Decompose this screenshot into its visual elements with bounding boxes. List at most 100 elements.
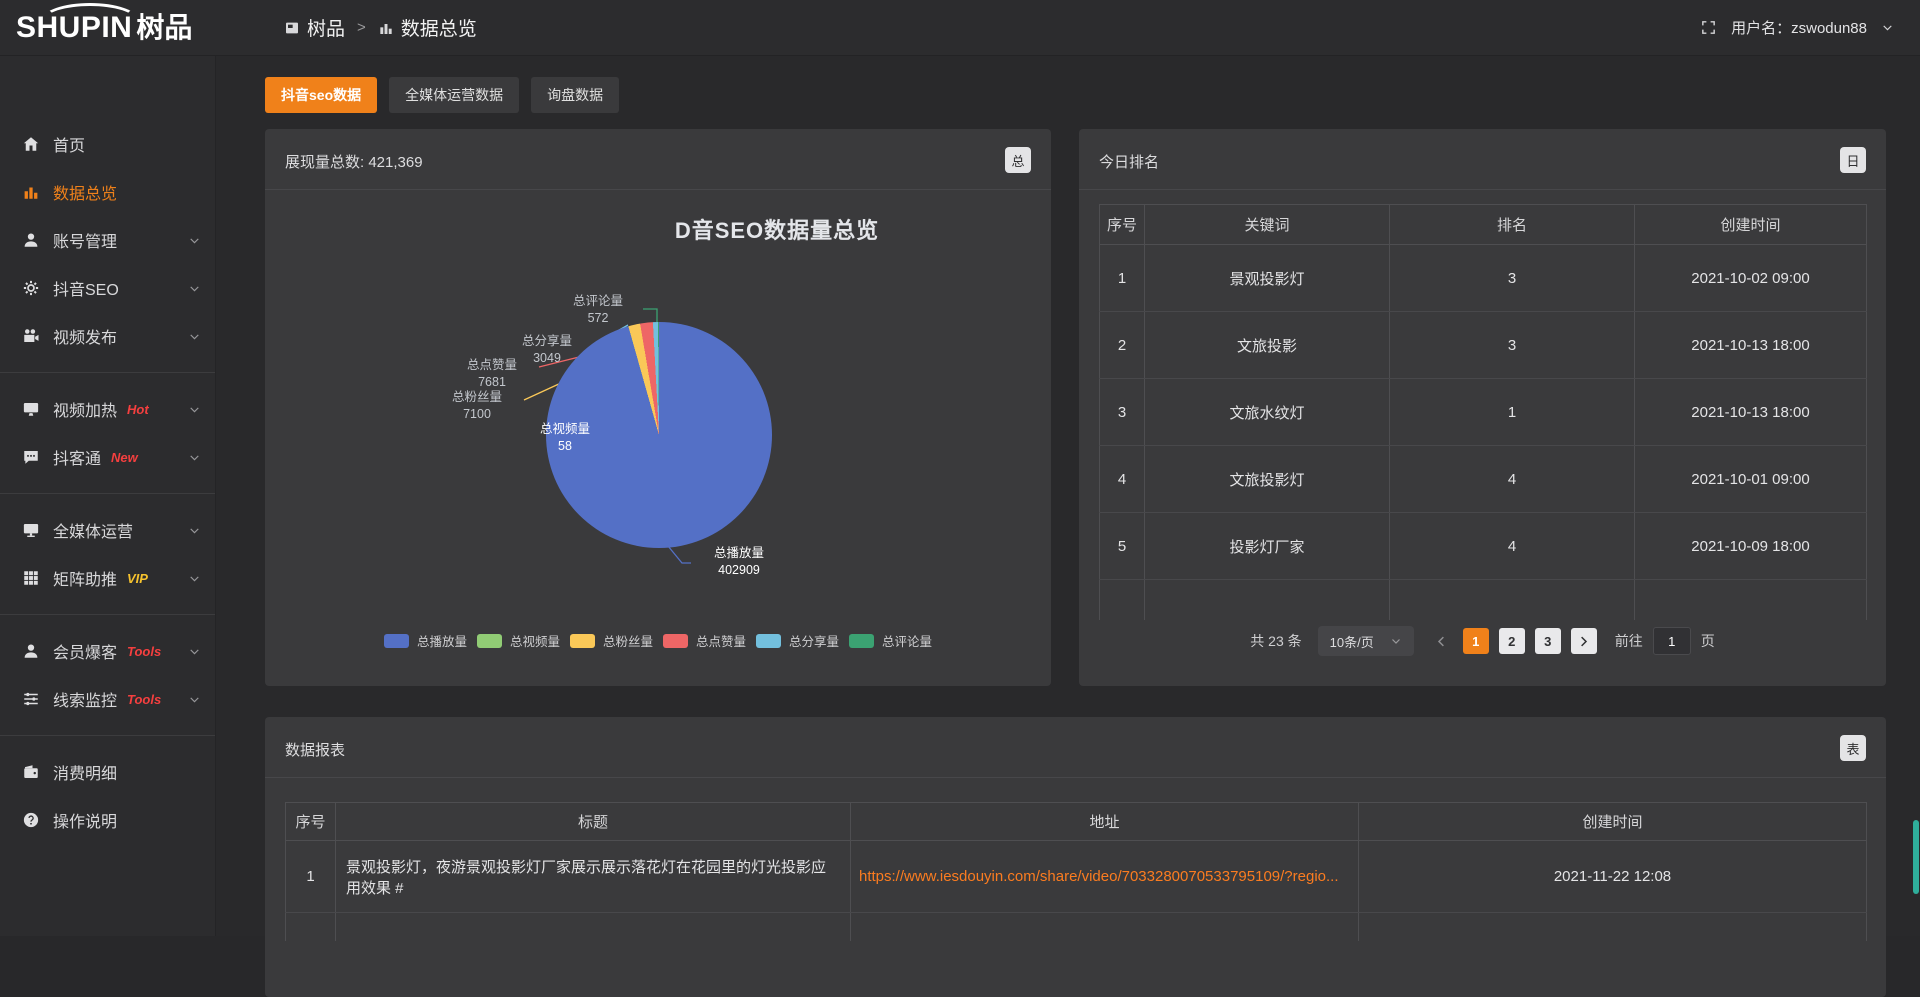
- page-size-select[interactable]: 10条/页: [1318, 626, 1414, 656]
- report-title: 数据报表: [285, 739, 345, 760]
- legend-item-likes[interactable]: 总点赞量: [663, 631, 746, 650]
- total-count: 共 23 条: [1250, 631, 1301, 651]
- page-button-1[interactable]: 1: [1463, 628, 1489, 654]
- new-badge: New: [111, 450, 138, 465]
- total-toggle-button[interactable]: 总: [1005, 147, 1031, 173]
- app-logo[interactable]: SHUPIN 树品: [0, 0, 216, 56]
- sidebar-item-label: 视频发布: [53, 324, 117, 348]
- table-row[interactable]: 1 景观投影灯 3 2021-10-02 09:00: [1100, 245, 1867, 312]
- sidebar-item-label: 线索监控: [53, 687, 117, 711]
- legend-item-shares[interactable]: 总分享量: [756, 631, 839, 650]
- sidebar-item-help[interactable]: 操作说明: [0, 796, 215, 844]
- legend-item-videos[interactable]: 总视频量: [477, 631, 560, 650]
- pie-label-likes: 总点赞量 7681: [447, 357, 537, 391]
- page-button-2[interactable]: 2: [1499, 628, 1525, 654]
- sidebar-item-lead-monitor[interactable]: 线索监控 Tools: [0, 675, 215, 723]
- main-content: 抖音seo数据 全媒体运营数据 询盘数据 展现量总数: 421,369 总 D音…: [216, 56, 1920, 936]
- goto-label: 前往: [1615, 631, 1643, 651]
- chevron-down-icon: [188, 282, 201, 295]
- table-row[interactable]: 3 文旅水纹灯 1 2021-10-13 18:00: [1100, 379, 1867, 446]
- sidebar-item-video-heat[interactable]: 视频加热 Hot: [0, 385, 215, 433]
- sidebar-item-label: 矩阵助推: [53, 566, 117, 590]
- legend-item-plays[interactable]: 总播放量: [384, 631, 467, 650]
- legend-item-fans[interactable]: 总粉丝量: [570, 631, 653, 650]
- display-icon: [22, 521, 40, 539]
- legend-swatch: [663, 634, 688, 648]
- tab-douyin-seo-data[interactable]: 抖音seo数据: [265, 77, 377, 113]
- table-ghost-row: [1100, 580, 1867, 620]
- pie-chart-title: D音SEO数据量总览: [477, 213, 1077, 245]
- breadcrumb-current-label: 数据总览: [401, 14, 477, 41]
- user-icon: [22, 231, 40, 249]
- goto-page-input[interactable]: [1653, 627, 1691, 655]
- sidebar-item-matrix-boost[interactable]: 矩阵助推 VIP: [0, 554, 215, 602]
- legend-swatch: [849, 634, 874, 648]
- next-page-button[interactable]: [1571, 628, 1597, 654]
- sidebar-divider: [0, 372, 215, 373]
- table-row[interactable]: 5 投影灯厂家 4 2021-10-09 18:00: [1100, 513, 1867, 580]
- tab-media-ops-data[interactable]: 全媒体运营数据: [389, 77, 519, 113]
- prev-page-button[interactable]: [1434, 634, 1449, 649]
- bar-chart-icon: [22, 183, 40, 201]
- topbar: SHUPIN 树品 树品 > 数据总览 用户名：zswodun88: [0, 0, 1920, 56]
- chevron-down-icon: [188, 234, 201, 247]
- logo-text-cn: 树品: [136, 14, 192, 42]
- sidebar-item-media-ops[interactable]: 全媒体运营: [0, 506, 215, 554]
- table-row[interactable]: 2 文旅投影 3 2021-10-13 18:00: [1100, 312, 1867, 379]
- panel-header: 展现量总数: 421,369 总: [265, 129, 1051, 190]
- chevron-down-icon: [188, 572, 201, 585]
- chevron-down-icon: [1390, 635, 1402, 647]
- sidebar-item-douyin-seo[interactable]: 抖音SEO: [0, 264, 215, 312]
- sidebar-item-spend-detail[interactable]: 消费明细: [0, 748, 215, 796]
- breadcrumb-separator: >: [357, 19, 366, 36]
- report-table: 序号 标题 地址 创建时间 1 景观投影灯，夜游景观投影灯厂家展示展示落花灯在花…: [285, 802, 1867, 941]
- question-circle-icon: [22, 811, 40, 829]
- fullscreen-icon[interactable]: [1700, 19, 1717, 36]
- col-title: 标题: [336, 803, 851, 841]
- tools-badge: Tools: [127, 692, 161, 707]
- breadcrumb-current[interactable]: 数据总览: [378, 14, 477, 41]
- legend-item-comments[interactable]: 总评论量: [849, 631, 932, 650]
- impressions-title: 展现量总数: 421,369: [285, 151, 423, 172]
- pie-label-videos: 总视频量 58: [523, 421, 607, 455]
- ranking-table: 序号 关键词 排名 创建时间 1 景观投影灯 3 2021-10-02 09:0…: [1099, 204, 1867, 620]
- day-toggle-button[interactable]: 日: [1840, 147, 1866, 173]
- breadcrumb-root[interactable]: 树品: [284, 14, 345, 41]
- sidebar-item-data-overview[interactable]: 数据总览: [0, 168, 215, 216]
- panel-header: 今日排名 日: [1079, 129, 1886, 190]
- chevron-down-icon: [188, 403, 201, 416]
- chevron-down-icon[interactable]: [1881, 21, 1894, 34]
- logo-arc: [42, 3, 138, 37]
- breadcrumb-root-label: 树品: [307, 14, 345, 41]
- col-created: 创建时间: [1359, 803, 1867, 841]
- chevron-down-icon: [188, 524, 201, 537]
- sidebar-item-label: 数据总览: [53, 180, 117, 204]
- sidebar-item-member-burst[interactable]: 会员爆客 Tools: [0, 627, 215, 675]
- sidebar-item-video-publish[interactable]: 视频发布: [0, 312, 215, 360]
- table-row[interactable]: 1 景观投影灯，夜游景观投影灯厂家展示展示落花灯在花园里的灯光投影应用效果 # …: [286, 841, 1867, 913]
- tab-inquiry-data[interactable]: 询盘数据: [531, 77, 619, 113]
- sidebar-item-label: 全媒体运营: [53, 518, 133, 542]
- sidebar-divider: [0, 614, 215, 615]
- sidebar-divider: [0, 493, 215, 494]
- vip-badge: VIP: [127, 571, 148, 586]
- sidebar-item-label: 账号管理: [53, 228, 117, 252]
- legend-swatch: [756, 634, 781, 648]
- sidebar-item-account[interactable]: 账号管理: [0, 216, 215, 264]
- table-ghost-row: [286, 913, 1867, 941]
- sidebar-item-label: 会员爆客: [53, 639, 117, 663]
- tools-badge: Tools: [127, 644, 161, 659]
- pie-label-comments: 总评论量 572: [553, 293, 643, 327]
- chevron-down-icon: [188, 451, 201, 464]
- sidebar-item-home[interactable]: 首页: [0, 120, 215, 168]
- vertical-scrollbar-thumb[interactable]: [1913, 820, 1919, 894]
- app-window-icon: [284, 20, 300, 36]
- page-button-3[interactable]: 3: [1535, 628, 1561, 654]
- table-toggle-button[interactable]: 表: [1840, 735, 1866, 761]
- table-row[interactable]: 4 文旅投影灯 4 2021-10-01 09:00: [1100, 446, 1867, 513]
- video-camera-icon: [22, 327, 40, 345]
- username[interactable]: 用户名：zswodun88: [1731, 17, 1867, 38]
- table-header-row: 序号 关键词 排名 创建时间: [1100, 205, 1867, 245]
- sidebar-item-douketong[interactable]: 抖客通 New: [0, 433, 215, 481]
- video-link[interactable]: https://www.iesdouyin.com/share/video/70…: [851, 841, 1359, 913]
